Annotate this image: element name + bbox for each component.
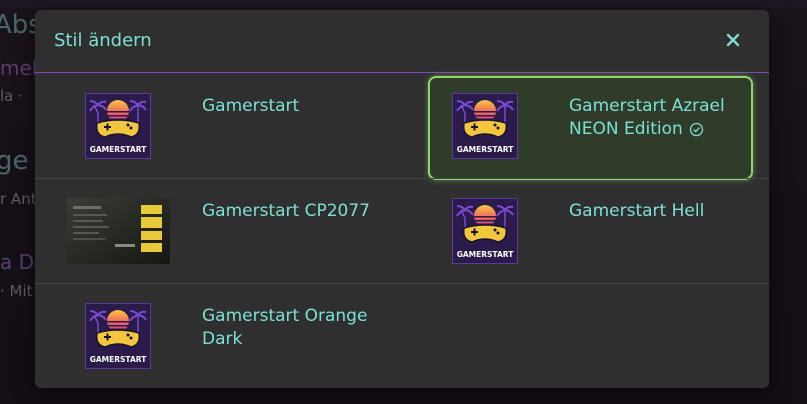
gamerstart-logo: GAMERSTART [452, 93, 518, 159]
gamerstart-logo: GAMERSTART [452, 198, 518, 264]
dialog-title: Stil ändern [54, 30, 152, 51]
svg-text:GAMERSTART: GAMERSTART [457, 145, 515, 154]
style-option-label: Gamerstart CP2077 [202, 201, 370, 221]
style-option-label: Gamerstart [202, 96, 300, 116]
style-option-gamerstart[interactable]: GAMERSTART Gamerstart [35, 73, 402, 177]
gamerstart-logo: GAMERSTART [85, 303, 151, 369]
gamerstart-logo-thumbnail: GAMERSTART [85, 303, 151, 369]
cp2077-screenshot-image [67, 198, 170, 264]
style-option-gamerstart-cp2077[interactable]: Gamerstart CP2077 [35, 178, 402, 282]
svg-text:GAMERSTART: GAMERSTART [457, 250, 515, 259]
svg-text:GAMERSTART: GAMERSTART [90, 145, 148, 154]
close-button[interactable] [723, 30, 743, 50]
gamerstart-logo-thumbnail: GAMERSTART [452, 93, 518, 159]
style-option-label: Gamerstart Orange Dark [202, 306, 368, 349]
gamerstart-logo-thumbnail: GAMERSTART [85, 93, 151, 159]
gamerstart-logo: GAMERSTART [85, 93, 151, 159]
style-dialog: Stil ändern GAMERSTART Gamerstart GAMERS… [35, 10, 769, 388]
cp2077-screenshot-thumbnail [67, 198, 170, 264]
gamerstart-logo-thumbnail: GAMERSTART [452, 198, 518, 264]
style-option-gamerstart-orange-dark[interactable]: GAMERSTART Gamerstart Orange Dark [35, 283, 402, 387]
style-option-gamerstart-hell[interactable]: GAMERSTART Gamerstart Hell [402, 178, 769, 282]
style-option-label: Gamerstart Azrael NEON Edition [569, 95, 759, 141]
svg-text:GAMERSTART: GAMERSTART [90, 355, 148, 364]
dialog-header: Stil ändern [35, 10, 769, 73]
close-icon [726, 33, 740, 47]
style-option-label: Gamerstart Hell [569, 201, 705, 221]
check-circle-icon [689, 122, 703, 136]
style-option-gamerstart-azrael-neon[interactable]: GAMERSTART Gamerstart Azrael NEON Editio… [402, 73, 769, 177]
